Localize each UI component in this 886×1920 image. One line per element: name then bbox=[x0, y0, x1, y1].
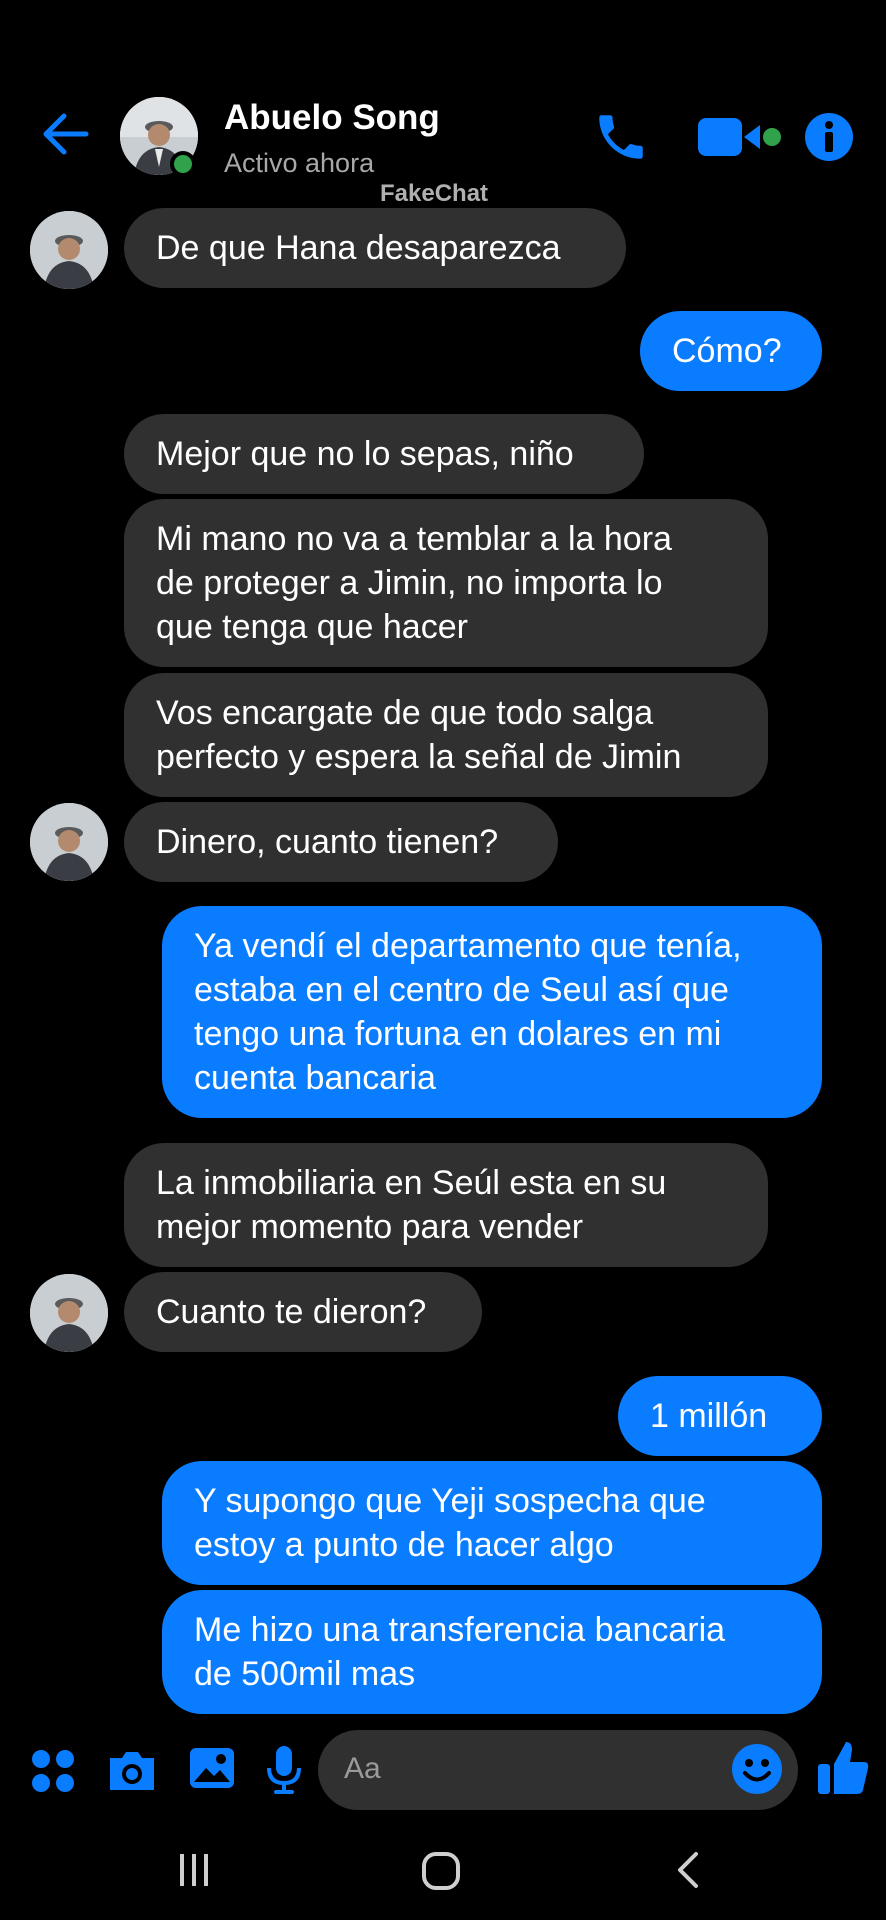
message-bubble-received[interactable]: Mejor que no lo sepas, niño bbox=[124, 414, 644, 494]
voice-message-button[interactable] bbox=[266, 1744, 302, 1796]
online-indicator bbox=[170, 151, 196, 177]
info-icon bbox=[805, 113, 853, 161]
camera-icon bbox=[110, 1752, 154, 1790]
camera-button[interactable] bbox=[106, 1744, 158, 1796]
home-button[interactable] bbox=[420, 1850, 462, 1892]
sender-avatar[interactable] bbox=[30, 803, 108, 881]
voice-call-button[interactable] bbox=[592, 108, 650, 166]
home-icon bbox=[422, 1852, 460, 1890]
recent-apps-button[interactable] bbox=[174, 1850, 214, 1890]
contact-name[interactable]: Abuelo Song bbox=[224, 98, 440, 138]
person-avatar-icon bbox=[30, 1274, 108, 1352]
like-button[interactable] bbox=[816, 1738, 870, 1798]
message-bubble-received[interactable]: Mi mano no va a temblar a la hora de pro… bbox=[124, 499, 768, 667]
message-bubble-received[interactable]: Vos encargate de que todo salga perfecto… bbox=[124, 673, 768, 797]
video-camera-icon bbox=[698, 118, 781, 156]
info-button[interactable] bbox=[802, 110, 856, 164]
contact-status: Activo ahora bbox=[224, 148, 375, 178]
message-bubble-received[interactable]: Cuanto te dieron? bbox=[124, 1272, 482, 1352]
message-bubble-sent[interactable]: Ya vendí el departamento que tenía, esta… bbox=[162, 906, 822, 1118]
emoji-icon bbox=[732, 1744, 782, 1794]
message-bubble-sent[interactable]: Me hizo una transferencia bancaria de 50… bbox=[162, 1590, 822, 1714]
recent-apps-icon bbox=[180, 1854, 208, 1886]
message-bubble-received[interactable]: La inmobiliaria en Seúl esta en su mejor… bbox=[124, 1143, 768, 1267]
gallery-icon bbox=[190, 1748, 234, 1788]
person-avatar-icon bbox=[30, 803, 108, 881]
sender-avatar[interactable] bbox=[30, 211, 108, 289]
more-actions-button[interactable] bbox=[30, 1748, 76, 1794]
microphone-icon bbox=[267, 1746, 301, 1794]
menu-grid-icon bbox=[32, 1750, 74, 1792]
message-bubble-sent[interactable]: Y supongo que Yeji sospecha que estoy a … bbox=[162, 1461, 822, 1585]
back-button[interactable] bbox=[36, 104, 96, 164]
person-avatar-icon bbox=[30, 211, 108, 289]
back-arrow-icon bbox=[43, 113, 89, 155]
phone-icon bbox=[599, 115, 643, 159]
gallery-button[interactable] bbox=[188, 1744, 236, 1792]
video-call-button[interactable] bbox=[694, 112, 786, 162]
watermark: FakeChat bbox=[380, 180, 489, 207]
message-bubble-received[interactable]: De que Hana desaparezca bbox=[124, 208, 626, 288]
message-bubble-received[interactable]: Dinero, cuanto tienen? bbox=[124, 802, 558, 882]
sender-avatar[interactable] bbox=[30, 1274, 108, 1352]
message-bubble-sent[interactable]: Cómo? bbox=[640, 311, 822, 391]
message-input-placeholder: Aa bbox=[344, 1752, 381, 1785]
system-back-button[interactable] bbox=[672, 1850, 706, 1890]
message-input[interactable] bbox=[318, 1730, 798, 1810]
thumbs-up-icon bbox=[818, 1742, 869, 1794]
message-bubble-sent[interactable]: 1 millón bbox=[618, 1376, 822, 1456]
emoji-button[interactable] bbox=[730, 1742, 784, 1796]
back-icon bbox=[678, 1852, 698, 1888]
